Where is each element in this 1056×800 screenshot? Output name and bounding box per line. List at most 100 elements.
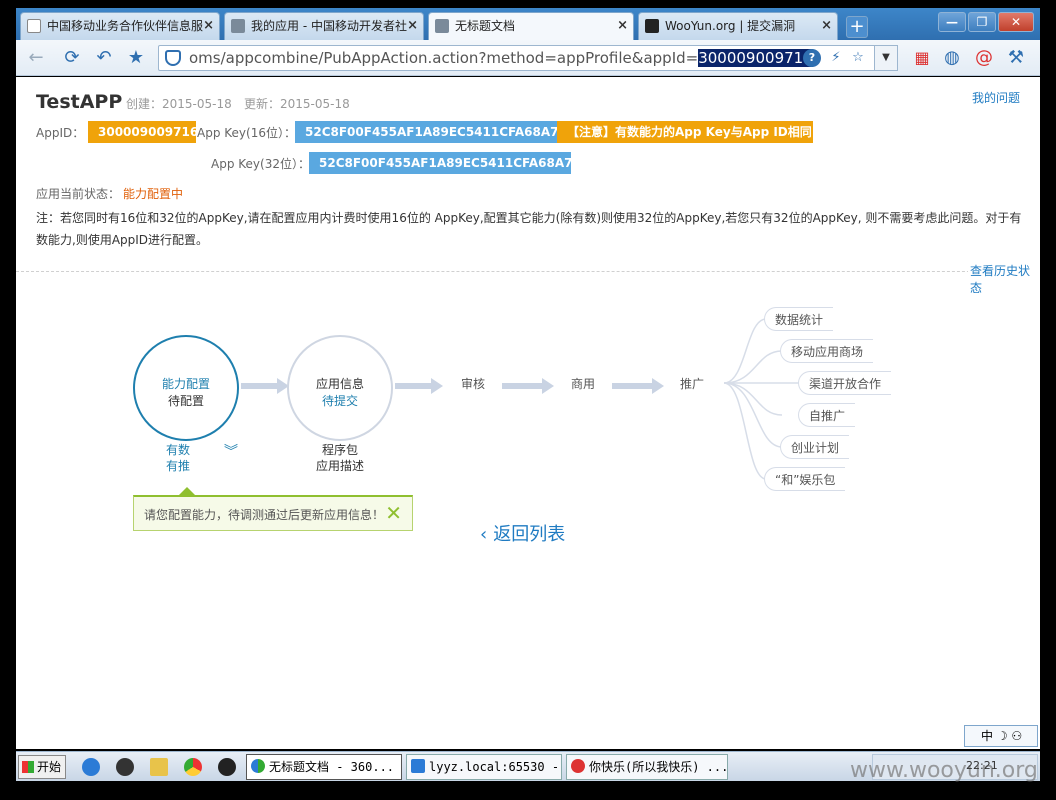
url-selected: 300009009716 (698, 49, 813, 67)
steam-icon[interactable] (116, 758, 134, 776)
windows-icon (22, 761, 34, 773)
tab-label: WooYun.org | 提交漏洞 (665, 19, 796, 33)
appkey-note: 注：若您同时有16位和32位的AppKey,请在配置应用内计费时使用16位的 A… (36, 211, 1022, 247)
stage-commercial: 商用 (571, 377, 596, 391)
task-label: lyyz.local:65530 - ... (429, 760, 561, 774)
appkey16-value: 52C8F00F455AF1A89EC5411CFA68A727 (295, 121, 575, 143)
mail-icon[interactable]: @ (972, 46, 996, 70)
flow-arrow (241, 378, 289, 394)
watermark: www.wooyun.org (850, 758, 1038, 783)
task-music[interactable]: 你快乐(所以我快乐) ... (566, 754, 728, 780)
task-lyyz-local[interactable]: lyyz.local:65530 - ... (406, 754, 562, 780)
back-icon[interactable]: ← (24, 46, 48, 70)
back-label: 返回列表 (493, 524, 566, 545)
chevron-left-icon: ‹ (480, 524, 488, 545)
star-icon[interactable]: ★ (124, 46, 148, 70)
chevron-down-icon[interactable]: ︾ (224, 445, 238, 459)
subitem-youtui[interactable]: 有推 (166, 458, 190, 474)
page-icon (27, 19, 41, 33)
step2-subitems: 程序包 应用描述 (316, 442, 364, 474)
divider (16, 271, 1040, 272)
apps-icon[interactable]: ▦ (910, 46, 934, 70)
branch-data-stats: 数据统计 (764, 307, 834, 331)
tab-partner-info[interactable]: 中国移动业务合作伙伴信息服 × (20, 12, 220, 40)
task-label: 你快乐(所以我快乐) ... (589, 760, 728, 774)
lightning-icon[interactable]: ⚡ (827, 49, 845, 67)
appkey32-label: App Key(32位）： (211, 157, 310, 171)
app-icon (231, 19, 245, 33)
tab-wooyun[interactable]: WooYun.org | 提交漏洞 × (638, 12, 838, 40)
chevron-down-icon[interactable]: ▼ (874, 45, 898, 71)
branch-lines (723, 318, 800, 480)
history-status-link[interactable]: 查看历史状态 (968, 262, 1040, 296)
tab-untitled[interactable]: 无标题文档 × (428, 12, 634, 40)
window-icon (411, 759, 425, 773)
qq-icon[interactable] (218, 758, 236, 776)
address-bar[interactable]: oms/appcombine/PubAppAction.action?metho… (158, 45, 898, 71)
chrome-icon[interactable] (184, 758, 202, 776)
back-to-list-link[interactable]: ‹ 返回列表 (480, 520, 565, 546)
appkey32-value: 52C8F00F455AF1A89EC5411CFA68A727 (309, 152, 589, 174)
favorite-icon[interactable]: ☆ (849, 49, 867, 67)
tab-my-apps[interactable]: 我的应用 - 中国移动开发者社 × (224, 12, 424, 40)
close-icon[interactable]: × (203, 13, 214, 39)
status-value: 能力配置中 (123, 187, 184, 201)
close-icon[interactable]: × (617, 13, 628, 39)
start-button[interactable]: 开始 (18, 755, 66, 779)
close-icon[interactable]: × (821, 13, 832, 39)
maximize-button[interactable]: ❐ (968, 12, 996, 32)
music-icon (571, 759, 585, 773)
my-problems-link[interactable]: 我的问题 (972, 89, 1020, 106)
branch-app-mall: 移动应用商场 (780, 339, 874, 363)
ime-label: 中 (981, 729, 994, 743)
browser-360-icon (251, 759, 265, 773)
wrench-icon[interactable]: ⚒ (1004, 46, 1028, 70)
undo-icon[interactable]: ↶ (92, 46, 116, 70)
url-prefix: oms/appcombine/PubAppAction.action?metho… (189, 49, 699, 67)
new-tab-button[interactable]: + (846, 16, 868, 38)
clock: 22:21 (966, 759, 998, 772)
browser-toolbar: ← ⟳ ↶ ★ oms/appcombine/PubAppAction.acti… (16, 40, 1040, 76)
close-window-button[interactable]: ✕ (998, 12, 1034, 32)
wooyun-icon (645, 19, 659, 33)
subitem-youshu[interactable]: 有数 (166, 442, 190, 458)
task-untitled-doc[interactable]: 无标题文档 - 360... (246, 754, 402, 780)
appid-value: 300009009716 (88, 121, 198, 143)
step1-subitems: 有数 有推 (166, 442, 190, 474)
step-title: 应用信息 (315, 377, 364, 391)
refresh-icon[interactable]: ⟳ (60, 46, 84, 70)
branch-self-promotion: 自推广 (798, 403, 856, 427)
ie-icon[interactable] (82, 758, 100, 776)
browser-window: 中国移动业务合作伙伴信息服 × 我的应用 - 中国移动开发者社 × 无标题文档 … (0, 0, 1056, 800)
status-label: 应用当前状态： (36, 187, 121, 201)
step-capability-config[interactable]: 能力配置 待配置 (133, 335, 239, 441)
close-icon[interactable]: ✕ (385, 501, 402, 525)
step-app-info[interactable]: 应用信息 待提交 (287, 335, 393, 441)
branch-entertainment: “和”娱乐包 (764, 467, 846, 491)
help-icon[interactable]: ? (803, 49, 821, 67)
minimize-button[interactable]: — (938, 12, 966, 32)
url-text[interactable]: oms/appcombine/PubAppAction.action?metho… (189, 46, 813, 70)
config-tip: 请您配置能力，待调测通过后更新应用信息！ ✕ (133, 487, 413, 531)
subitem-package: 程序包 (322, 443, 359, 457)
notice-badge: 【注意】有数能力的App Key与App ID相同 (557, 121, 813, 143)
stage-promotion: 推广 (680, 377, 705, 391)
branch-startup-plan: 创业计划 (780, 435, 850, 459)
tab-bar: 中国移动业务合作伙伴信息服 × 我的应用 - 中国移动开发者社 × 无标题文档 … (16, 8, 1040, 40)
start-label: 开始 (37, 760, 62, 774)
globe-icon[interactable]: ◍ (940, 46, 964, 70)
flow-arrow (502, 378, 554, 394)
flow-arrow (612, 378, 664, 394)
page-content: TestAPP 创建：2015-05-18 更新：2015-05-18 我的问题… (16, 77, 1040, 749)
close-icon[interactable]: × (407, 13, 418, 39)
flow-arrow (395, 378, 443, 394)
step-state: 待配置 (167, 394, 204, 408)
folder-icon[interactable] (150, 758, 168, 776)
tab-label: 我的应用 - 中国移动开发者社 (251, 19, 407, 33)
updated-date: 更新：2015-05-18 (244, 97, 350, 111)
step-title: 能力配置 (161, 377, 210, 391)
ime-toolbar[interactable]: 中 ☽ ⚇ (964, 725, 1038, 747)
shield-icon (165, 50, 181, 66)
tip-text: 请您配置能力，待调测通过后更新应用信息！ (144, 508, 385, 522)
appkey16-label: App Key(16位）： (197, 126, 296, 140)
